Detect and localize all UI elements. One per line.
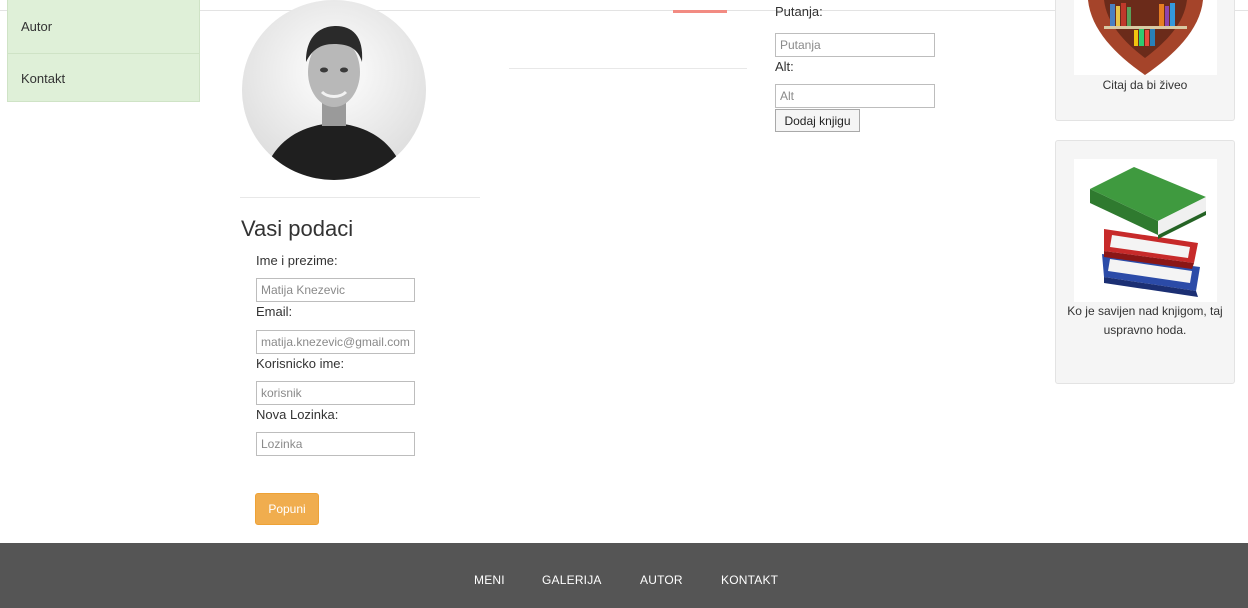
card-caption: Citaj da bi živeo — [1102, 78, 1188, 92]
popuni-button[interactable]: Popuni — [255, 493, 319, 525]
alt-input[interactable] — [775, 84, 935, 108]
quote-card: Citaj da bi živeo — [1055, 0, 1235, 121]
password-input[interactable] — [256, 432, 415, 456]
card-caption: Ko je savijen nad knjigom, taj uspravno … — [1067, 304, 1223, 337]
accent-bar — [673, 10, 727, 13]
avatar-photo-icon — [242, 0, 426, 180]
add-book-button[interactable]: Dodaj knjigu — [775, 109, 860, 132]
footer-link-kontakt[interactable]: KONTAKT — [721, 573, 778, 587]
footer: MENI GALERIJA AUTOR KONTAKT — [0, 543, 1248, 608]
card-image — [1074, 159, 1217, 302]
footer-link-meni[interactable]: MENI — [474, 573, 505, 587]
footer-link-autor[interactable]: AUTOR — [640, 573, 683, 587]
password-label: Nova Lozinka: — [256, 407, 339, 422]
profile-divider — [240, 197, 480, 198]
path-input[interactable] — [775, 33, 935, 57]
quote-card: Ko je savijen nad knjigom, taj uspravno … — [1055, 140, 1235, 384]
footer-link-galerija[interactable]: GALERIJA — [542, 573, 602, 587]
avatar — [242, 0, 426, 180]
card-image — [1074, 0, 1217, 75]
sidebar-item-kontakt[interactable]: Kontakt — [8, 54, 199, 104]
email-label: Email: — [256, 304, 293, 319]
sidebar-menu: Autor Kontakt — [7, 0, 200, 102]
content-divider — [509, 68, 747, 69]
sidebar-item-autor[interactable]: Autor — [8, 0, 199, 54]
alt-label: Alt: — [775, 59, 794, 74]
form-title: Vasi podaci — [241, 216, 354, 241]
path-label: Putanja: — [775, 4, 823, 19]
book-heart-icon — [1088, 0, 1203, 75]
username-label: Korisnicko ime: — [256, 356, 345, 371]
username-input[interactable] — [256, 381, 415, 405]
name-label: Ime i prezime: — [256, 253, 338, 268]
name-input[interactable] — [256, 278, 415, 302]
email-input[interactable] — [256, 330, 415, 354]
book-stack-icon — [1090, 167, 1206, 297]
